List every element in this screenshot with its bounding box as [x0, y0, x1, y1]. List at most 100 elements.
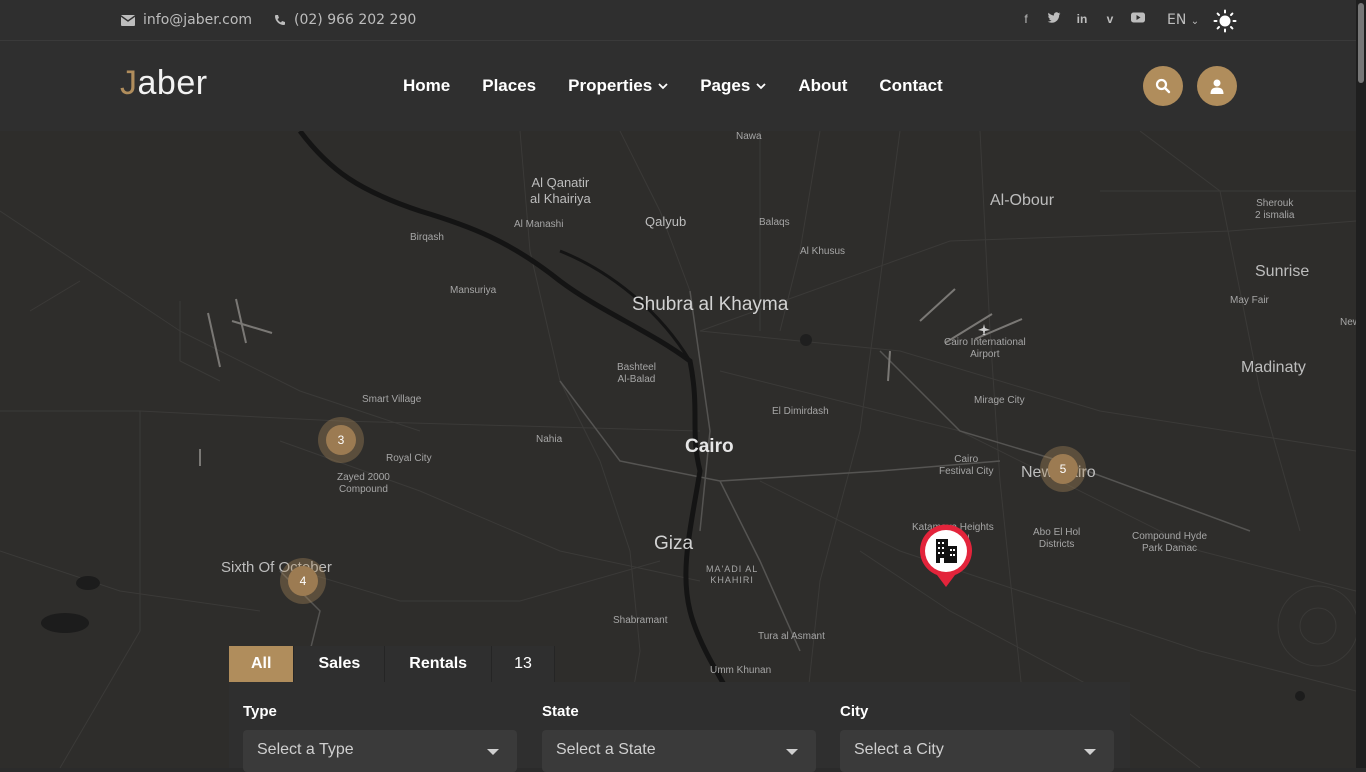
- caret-down-icon: [786, 749, 798, 755]
- language-selector[interactable]: EN ⌄: [1167, 12, 1199, 28]
- type-select-value: Select a Type: [257, 741, 354, 758]
- state-select-value: Select a State: [556, 741, 656, 758]
- email-contact[interactable]: info@jaber.com: [121, 12, 252, 28]
- map-label-el-dimirdash: El Dimirdash: [772, 406, 829, 417]
- map-label-al-qanatir: Al Qanatir al Khairiya: [530, 175, 591, 206]
- scrollbar-thumb[interactable]: [1358, 3, 1364, 83]
- cluster-count: 3: [326, 425, 356, 455]
- map-label-umm-khunan: Umm Khunan: [710, 665, 772, 676]
- map-label-maadi: MA'ADI AL KHAHIRI: [706, 564, 759, 585]
- search-button[interactable]: [1143, 66, 1183, 106]
- language-label: EN: [1167, 12, 1187, 28]
- sun-icon[interactable]: [1213, 9, 1237, 33]
- map-label-sherouk: Sherouk 2 ismalia: [1255, 198, 1295, 221]
- map-label-bashteel: Bashteel Al-Balad: [617, 362, 656, 385]
- property-marker[interactable]: [919, 524, 973, 588]
- type-select[interactable]: Select a Type: [243, 730, 517, 772]
- map-label-abo-el-hol: Abo El Hol Districts: [1033, 527, 1081, 550]
- social-links: f in v: [1019, 12, 1145, 26]
- twitter-icon[interactable]: [1047, 12, 1061, 26]
- map-label-nahia: Nahia: [536, 434, 563, 445]
- nav-places[interactable]: Places: [482, 76, 536, 96]
- map-label-tura: Tura al Asmant: [758, 631, 825, 642]
- state-label: State: [542, 703, 579, 720]
- search-panel: Type Select a Type State Select a State …: [229, 682, 1130, 772]
- phone-icon: [275, 15, 285, 25]
- map-cluster-5[interactable]: 5: [1040, 446, 1086, 492]
- map-label-mirage-city: Mirage City: [974, 395, 1025, 406]
- nav-properties[interactable]: Properties: [568, 76, 668, 96]
- property-map[interactable]: Nawa Al Qanatir al Khairiya Qalyub Balaqs…: [0, 131, 1356, 768]
- user-icon: [1210, 79, 1224, 94]
- cluster-count: 4: [288, 566, 318, 596]
- vimeo-icon[interactable]: v: [1103, 12, 1117, 26]
- map-label-zayed: Zayed 2000 Compound: [337, 472, 390, 495]
- map-label-al-manashi: Al Manashi: [514, 219, 564, 230]
- nav-properties-label: Properties: [568, 76, 653, 95]
- nav-contact-label: Contact: [879, 76, 943, 95]
- map-label-cairo: Cairo: [685, 436, 734, 457]
- email-text[interactable]: info@jaber.com: [143, 12, 252, 28]
- chevron-down-icon: [756, 82, 766, 89]
- nav-places-label: Places: [482, 76, 537, 95]
- phone-contact[interactable]: (02) 966 202 290: [274, 12, 416, 28]
- map-label-smart-village: Smart Village: [362, 394, 422, 405]
- logo-letter: J: [120, 64, 138, 102]
- chevron-down-icon: ⌄: [1190, 16, 1200, 27]
- map-label-al-khusus: Al Khusus: [800, 246, 846, 257]
- map-cluster-3[interactable]: 3: [318, 417, 364, 463]
- map-label-al-obour: Al-Obour: [990, 192, 1055, 209]
- map-label-festival-city: Cairo Festival City: [939, 454, 994, 477]
- map-label-shubra: Shubra al Khayma: [632, 294, 789, 315]
- map-label-may-fair: May Fair: [1230, 295, 1269, 306]
- map-label-new: New: [1340, 317, 1356, 328]
- nav-home-label: Home: [403, 76, 451, 95]
- listing-type-tabs: All Sales Rentals 13: [229, 646, 555, 682]
- nav-about[interactable]: About: [798, 76, 847, 96]
- city-select[interactable]: Select a City: [840, 730, 1114, 772]
- nav-pages[interactable]: Pages: [700, 76, 766, 96]
- map-label-sunrise: Sunrise: [1255, 263, 1310, 280]
- tab-sales[interactable]: Sales: [294, 646, 386, 682]
- caret-down-icon: [1084, 749, 1096, 755]
- page-scrollbar[interactable]: [1356, 0, 1366, 768]
- map-label-mansuriya: Mansuriya: [450, 285, 497, 296]
- map-label-compound-hyde: Compound Hyde Park Damac: [1132, 531, 1208, 554]
- map-label-birqash: Birqash: [410, 232, 444, 243]
- nav-about-label: About: [798, 76, 848, 95]
- site-logo[interactable]: Jaber: [120, 64, 208, 103]
- map-label-shabramant: Shabramant: [613, 615, 668, 626]
- logo-text: aber: [137, 64, 208, 102]
- map-label-giza: Giza: [654, 533, 694, 554]
- airplane-icon: [978, 324, 990, 335]
- city-select-value: Select a City: [854, 741, 944, 758]
- type-label: Type: [243, 703, 277, 720]
- results-count: 13: [492, 646, 555, 682]
- facebook-icon[interactable]: f: [1019, 12, 1033, 26]
- map-label-royal-city: Royal City: [386, 453, 432, 464]
- map-label-nawa: Nawa: [736, 131, 762, 142]
- envelope-icon: [121, 14, 135, 26]
- map-cluster-4[interactable]: 4: [280, 558, 326, 604]
- map-label-madinaty: Madinaty: [1241, 359, 1306, 376]
- nav-contact[interactable]: Contact: [879, 76, 942, 96]
- search-icon: [1155, 78, 1171, 94]
- nav-pages-label: Pages: [700, 76, 751, 95]
- state-select[interactable]: Select a State: [542, 730, 816, 772]
- tab-rentals[interactable]: Rentals: [385, 646, 493, 682]
- user-button[interactable]: [1197, 66, 1237, 106]
- cluster-count: 5: [1048, 454, 1078, 484]
- city-label: City: [840, 703, 869, 720]
- map-label-airport: Cairo International Airport: [944, 337, 1026, 360]
- youtube-icon[interactable]: [1131, 12, 1145, 26]
- phone-text[interactable]: (02) 966 202 290: [294, 12, 416, 28]
- map-label-qalyub: Qalyub: [645, 214, 687, 229]
- linkedin-icon[interactable]: in: [1075, 12, 1089, 26]
- map-label-balaqs: Balaqs: [759, 217, 790, 228]
- caret-down-icon: [487, 749, 499, 755]
- nav-home[interactable]: Home: [403, 76, 450, 96]
- chevron-down-icon: [658, 82, 668, 89]
- top-bar: info@jaber.com (02) 966 202 290 f in v E…: [0, 0, 1356, 41]
- main-nav: Home Places Properties Pages About Conta…: [403, 76, 943, 96]
- tab-all[interactable]: All: [229, 646, 295, 682]
